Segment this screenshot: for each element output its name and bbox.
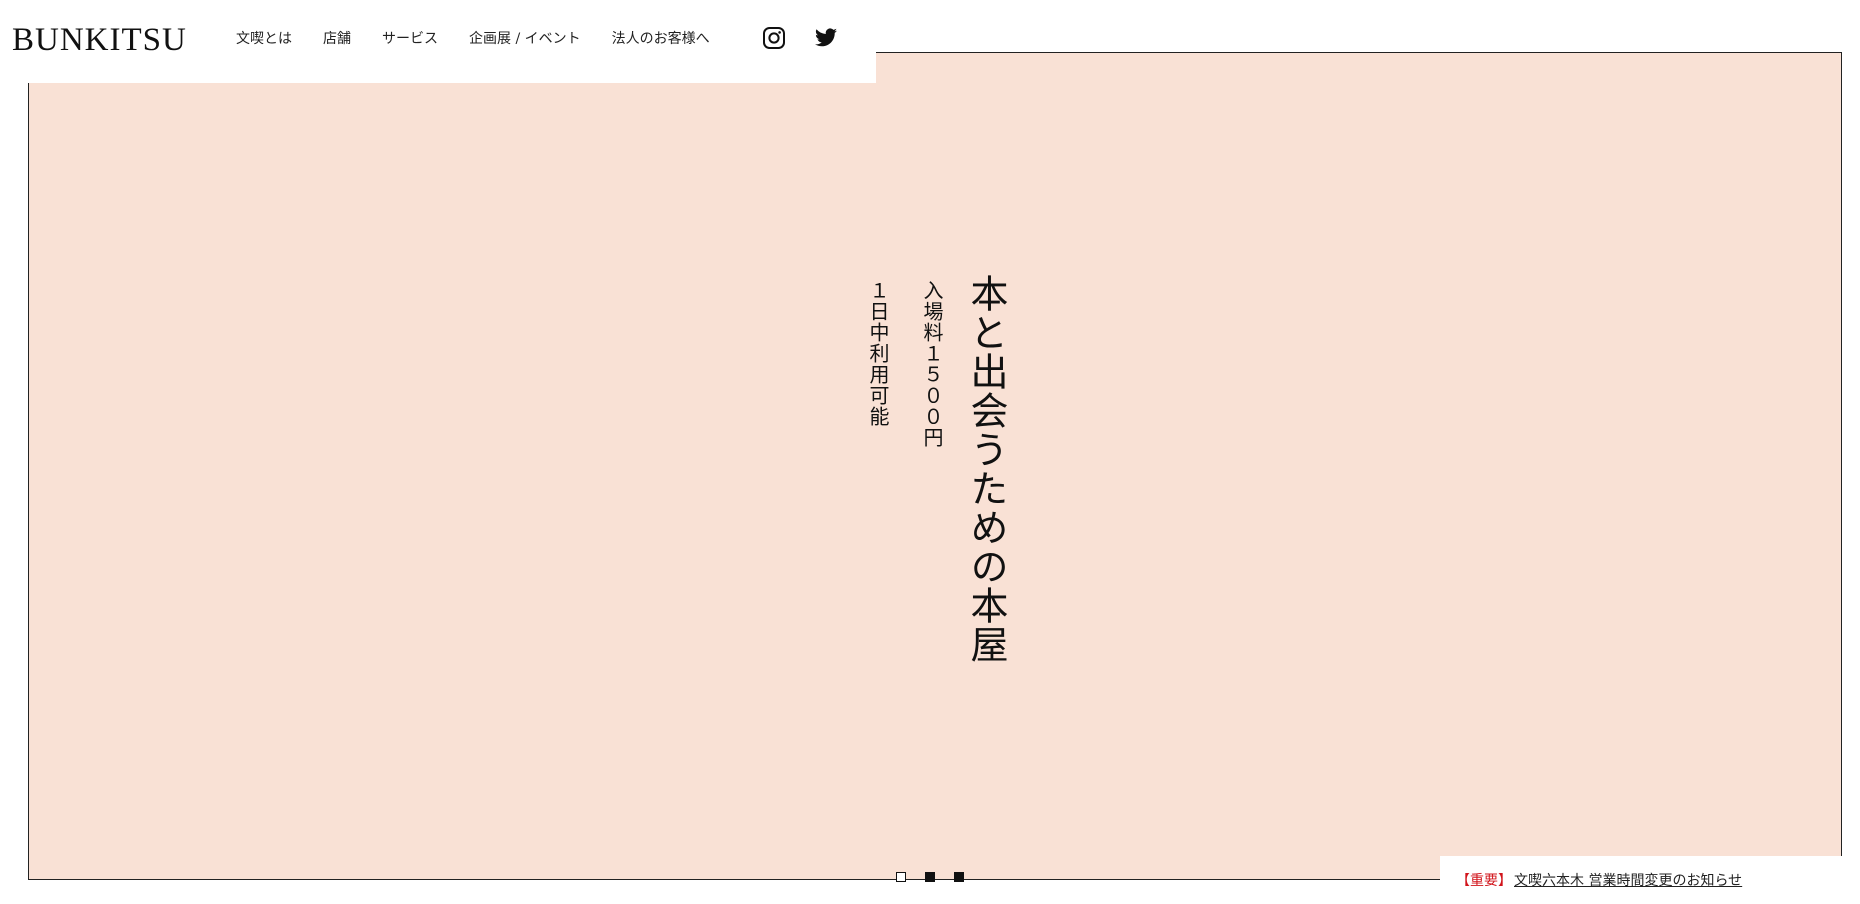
- instagram-icon[interactable]: [762, 26, 786, 50]
- notice-bar: 【重要】 文喫六本木 営業時間変更のお知らせ: [1440, 856, 1860, 904]
- hero-all-day-use: １日中利用可能: [866, 280, 890, 427]
- slider-dot-2[interactable]: [925, 872, 935, 882]
- main-nav: 文喫とは 店舗 サービス 企画展 / イベント 法人のお客様へ: [236, 27, 741, 51]
- nav-item-services[interactable]: サービス: [382, 27, 438, 51]
- nav-item-about[interactable]: 文喫とは: [236, 27, 292, 51]
- notice-important-tag: 【重要】: [1456, 873, 1512, 889]
- nav-item-stores[interactable]: 店舗: [323, 27, 351, 51]
- twitter-icon[interactable]: [814, 26, 838, 50]
- hero-slide: [28, 52, 1842, 880]
- hero-headline: 本と出会うための本屋: [964, 274, 1008, 664]
- slider-dot-3[interactable]: [954, 872, 964, 882]
- nav-item-exhibitions-events[interactable]: 企画展 / イベント: [469, 27, 581, 51]
- slider-pagination: [896, 872, 983, 882]
- site-header: BUNKITSU 文喫とは 店舗 サービス 企画展 / イベント 法人のお客様へ: [0, 0, 876, 83]
- nav-item-corporate[interactable]: 法人のお客様へ: [612, 27, 710, 51]
- slider-dot-1[interactable]: [896, 872, 906, 882]
- hero-admission-fee: 入場料１５００円: [920, 280, 944, 448]
- notice-link[interactable]: 文喫六本木 営業時間変更のお知らせ: [1514, 870, 1742, 890]
- site-logo[interactable]: BUNKITSU: [12, 20, 187, 60]
- page: 本と出会うための本屋 入場料１５００円 １日中利用可能 BUNKITSU 文喫と…: [0, 0, 1860, 904]
